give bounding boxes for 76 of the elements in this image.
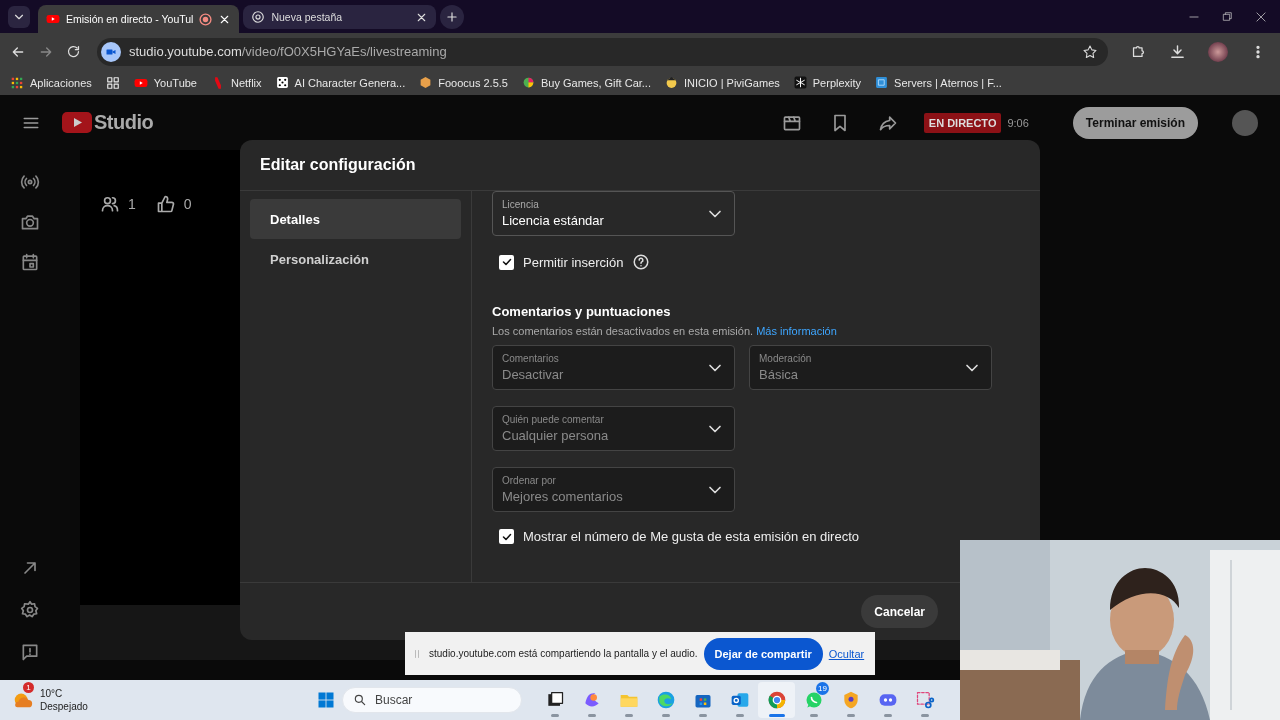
close-icon[interactable] <box>1254 9 1268 24</box>
scissors-icon[interactable] <box>914 690 935 710</box>
hide-link[interactable]: Ocultar <box>828 647 865 660</box>
end-stream-button[interactable]: Terminar emisión <box>1072 106 1198 139</box>
outlook-icon[interactable] <box>729 690 750 710</box>
bookmark[interactable]: Fooocus 2.5.5 <box>419 76 508 89</box>
checkbox-label: Permitir inserción <box>523 254 624 270</box>
checkbox[interactable] <box>499 529 514 544</box>
bookmark[interactable]: YouTube <box>133 75 197 90</box>
bookmark[interactable]: Servers | Aternos | F... <box>875 76 1002 89</box>
nav-item[interactable]: Personalización <box>250 239 461 279</box>
notification-badge: 1 <box>23 682 34 693</box>
games-icon <box>521 76 535 89</box>
chrome-icon[interactable] <box>766 690 787 710</box>
bookmark[interactable]: Buy Games, Gift Car... <box>521 76 651 89</box>
url-text: studio.youtube.com/video/fO0X5HGYaEs/livestreaming <box>129 44 448 59</box>
plus-icon <box>445 10 460 24</box>
nav-item[interactable]: Detalles <box>250 199 461 239</box>
camera-icon[interactable] <box>20 212 40 232</box>
profile-avatar[interactable] <box>1208 41 1228 62</box>
share-message: studio.youtube.com está compartiendo la pantalla y el audio. <box>429 648 698 659</box>
help-icon[interactable] <box>632 253 651 271</box>
settings-icon[interactable] <box>20 600 40 620</box>
like-count: 0 <box>183 196 192 212</box>
weather-condition: Despejado <box>40 700 88 713</box>
section-description: Los comentarios están desactivados en esta emisión. Más información <box>492 325 838 337</box>
broadcast-icon[interactable] <box>20 172 40 192</box>
dialog-title: Editar configuración <box>260 156 416 174</box>
live-time: 9:06 <box>1007 116 1029 129</box>
reload-button[interactable] <box>66 44 81 59</box>
mascot-icon <box>665 76 678 89</box>
feedback-icon[interactable] <box>20 642 40 662</box>
stop-sharing-button[interactable]: Dejar de compartir <box>703 637 823 670</box>
browser-tab[interactable]: Emisión en directo - YouTul <box>38 5 240 33</box>
bookmark[interactable]: Aplicaciones <box>10 75 92 90</box>
restore-icon[interactable] <box>1221 10 1234 23</box>
temperature: 10°C <box>40 687 64 700</box>
dropdown-field[interactable]: Licencia Licencia estándar <box>492 191 735 236</box>
live-badge: EN DIRECTO <box>923 112 1002 133</box>
thumbs-up-icon <box>155 194 176 214</box>
puzzle-icon[interactable] <box>1130 43 1147 60</box>
taskbar-app[interactable]: 19 <box>795 682 832 718</box>
browser-tab[interactable]: Nueva pestaña <box>243 5 437 29</box>
cancel-button[interactable]: Cancelar <box>861 595 938 628</box>
checkbox-label: Mostrar el número de Me gusta de esta emisión en directo <box>523 529 859 544</box>
studio-logo[interactable]: Studio <box>62 111 154 134</box>
server-icon <box>875 76 889 89</box>
star-icon[interactable] <box>1082 43 1098 60</box>
bookmark[interactable]: Perplexity <box>793 76 862 89</box>
perplexity-icon <box>793 76 807 89</box>
more-info-link[interactable]: Más información <box>756 325 837 337</box>
dice-icon <box>275 76 289 89</box>
hexagon-icon <box>419 76 433 89</box>
search-field[interactable]: Buscar <box>342 687 522 713</box>
checkmark-icon <box>500 256 513 268</box>
bookmark[interactable]: Netflix <box>211 75 262 90</box>
unread-badge: 19 <box>816 682 829 695</box>
address-bar[interactable]: studio.youtube.com/video/fO0X5HGYaEs/livestreaming <box>97 37 1108 66</box>
bookmark[interactable]: AI Character Genera... <box>275 76 406 89</box>
checkbox[interactable] <box>499 254 514 270</box>
calendar-icon[interactable] <box>20 252 40 272</box>
bookmark[interactable]: INICIO | PiviGames <box>665 76 780 89</box>
youtube-icon <box>46 12 60 26</box>
search-icon <box>353 693 367 707</box>
tab-list-button[interactable] <box>8 6 30 28</box>
section-title: Comentarios y puntuaciones <box>492 304 672 319</box>
reload-icon <box>66 44 81 59</box>
chrome-icon <box>251 10 266 24</box>
apps-grid-icon <box>10 75 24 90</box>
download-icon[interactable] <box>1169 43 1186 60</box>
viewers-icon <box>100 194 120 214</box>
grid-icon[interactable] <box>105 75 120 90</box>
windows-icon[interactable] <box>316 690 336 710</box>
new-tab-button[interactable] <box>440 5 465 29</box>
channel-avatar[interactable] <box>1232 109 1258 136</box>
viewer-count: 1 <box>128 196 136 212</box>
